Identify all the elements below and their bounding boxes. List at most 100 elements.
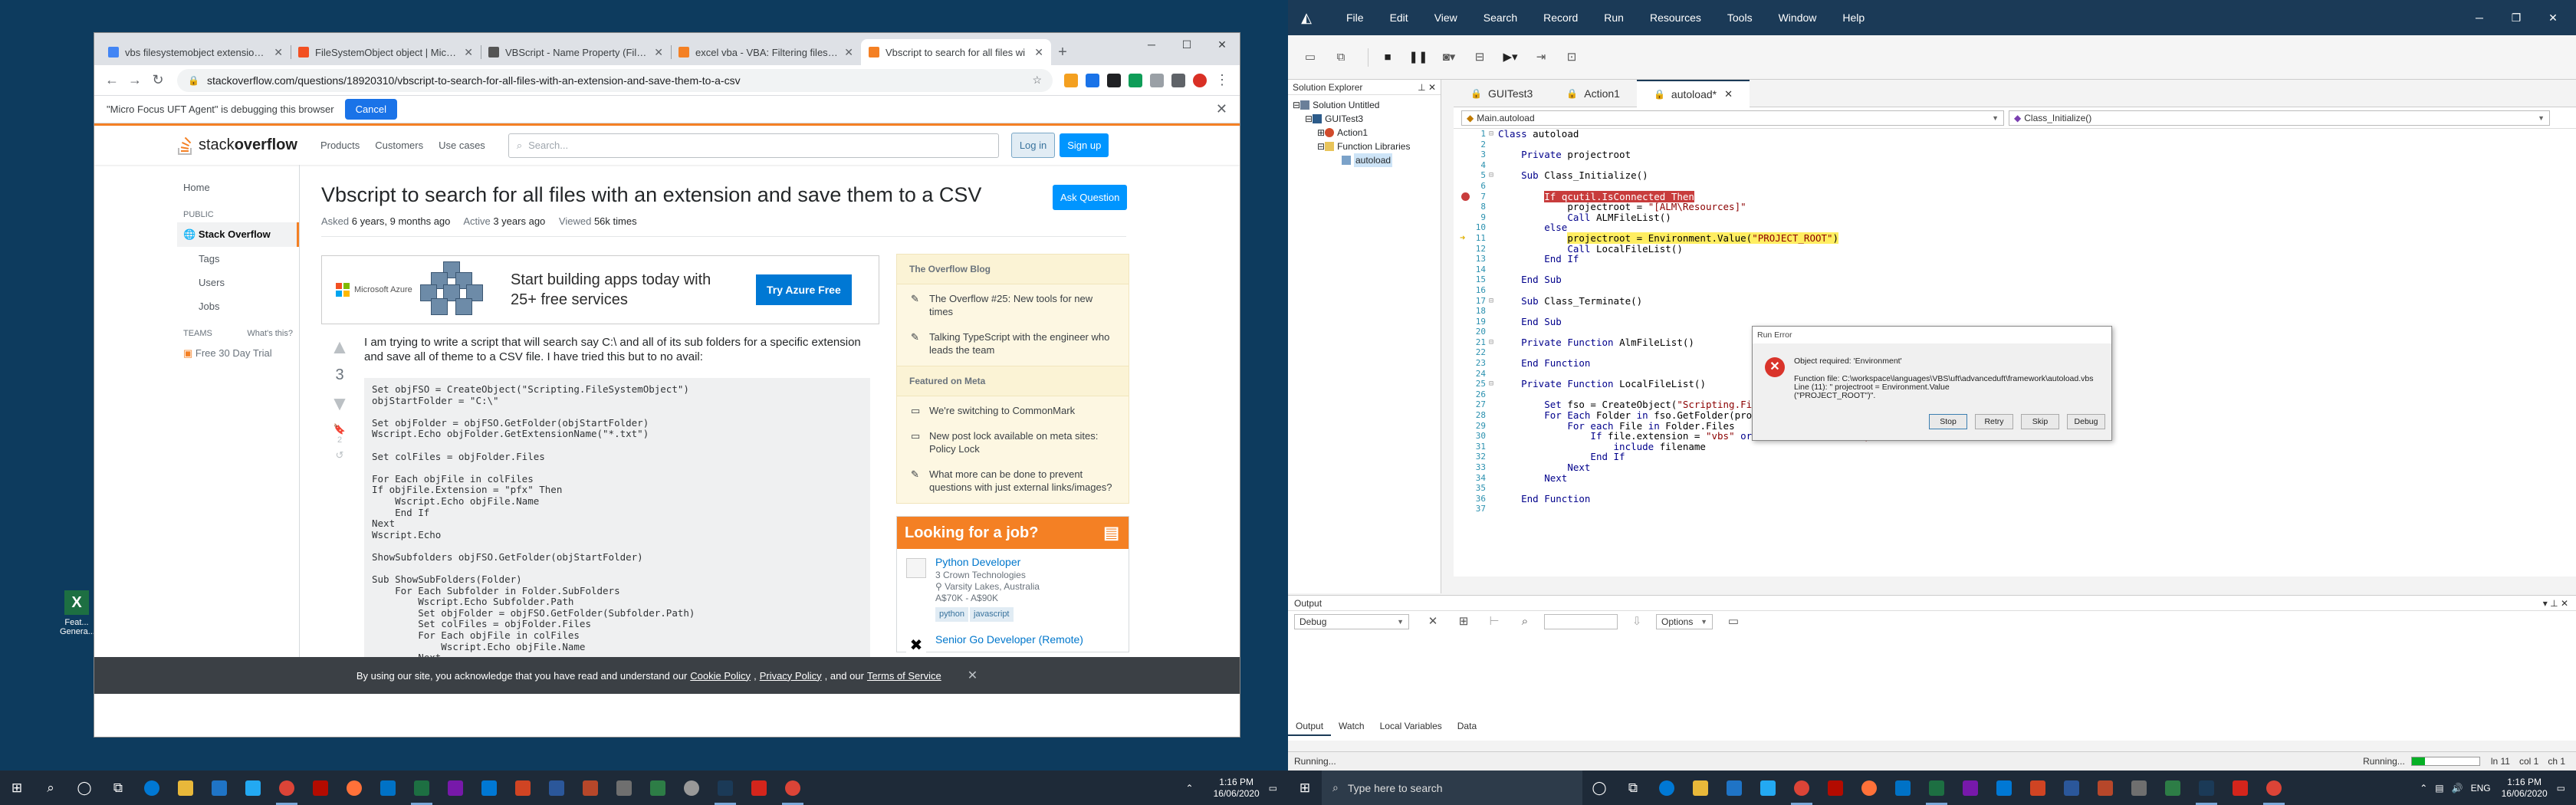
taskbar-search-input[interactable]: ⌕ Type here to search	[1322, 770, 1582, 805]
nav-jobs[interactable]: Jobs	[177, 294, 299, 318]
debug-button[interactable]: Debug	[2067, 414, 2105, 429]
nav-use-cases[interactable]: Use cases	[439, 140, 485, 151]
nav-users[interactable]: Users	[177, 271, 299, 294]
gutter[interactable]	[1454, 296, 1474, 307]
tree-node-function-libraries[interactable]: ⊟ Function Libraries	[1293, 140, 1438, 153]
notifications-icon[interactable]: ▭	[1269, 783, 1277, 794]
tree-node-action[interactable]: ⊞ Action1	[1293, 126, 1438, 140]
back-arrow-icon[interactable]: ←	[100, 72, 123, 88]
browser-tab-active[interactable]: Vbscript to search for all files wi ✕	[861, 39, 1051, 65]
terminal-icon[interactable]	[2156, 770, 2190, 805]
browser-tab[interactable]: excel vba - VBA: Filtering files fro ✕	[671, 39, 861, 65]
gutter[interactable]	[1454, 369, 1474, 380]
gutter[interactable]	[1454, 170, 1474, 181]
start-windows-icon[interactable]: ⊞	[1288, 770, 1322, 805]
gutter[interactable]	[1454, 327, 1474, 337]
code-line[interactable]: 18	[1454, 306, 2558, 317]
try-azure-button[interactable]: Try Azure Free	[756, 274, 852, 305]
fold-marker[interactable]: ⊟	[1489, 296, 1498, 307]
run-step-icon[interactable]: ▶▾	[1499, 48, 1522, 67]
store-icon[interactable]	[202, 770, 236, 805]
gutter[interactable]	[1454, 421, 1474, 432]
gutter[interactable]	[1454, 442, 1474, 452]
app-icon[interactable]	[573, 770, 607, 805]
close-icon[interactable]: ✕	[2535, 0, 2571, 35]
app-icon[interactable]	[675, 770, 708, 805]
browser-tab[interactable]: vbs filesystemobject extension fo ✕	[100, 39, 291, 65]
gutter[interactable]	[1454, 389, 1474, 400]
cancel-debug-button[interactable]: Cancel	[344, 99, 398, 120]
tree-node-test[interactable]: ⊟ GUITest3	[1293, 112, 1438, 126]
file-explorer-icon[interactable]	[169, 770, 202, 805]
object-spy-icon[interactable]: ⊡	[1560, 48, 1583, 67]
tab-data[interactable]: Data	[1450, 718, 1484, 736]
fold-marker[interactable]	[1489, 181, 1498, 192]
minimize-icon[interactable]: ─	[2461, 0, 2498, 35]
find-input[interactable]	[1544, 614, 1618, 629]
firefox-icon[interactable]	[337, 770, 371, 805]
tab-watch[interactable]: Watch	[1331, 718, 1372, 736]
gutter[interactable]	[1454, 317, 1474, 327]
tab-autoload[interactable]: 🔒 autoload* ✕	[1636, 79, 1750, 108]
gutter[interactable]	[1454, 504, 1474, 514]
code-line[interactable]: 6	[1454, 181, 2558, 192]
code-line[interactable]: 35	[1454, 483, 2558, 494]
code-line[interactable]: 8 projectroot = "[ALM\Resources]"	[1454, 202, 2558, 212]
gutter[interactable]	[1454, 483, 1474, 494]
edge-icon[interactable]	[1650, 770, 1684, 805]
job-tag[interactable]: javascript	[970, 607, 1014, 622]
close-infobar-icon[interactable]: ✕	[1216, 101, 1227, 117]
chrome-icon[interactable]	[1785, 770, 1819, 805]
stackoverflow-logo[interactable]: stack overflow	[177, 136, 297, 156]
tab-local-variables[interactable]: Local Variables	[1372, 718, 1450, 736]
panel-pin-icon[interactable]: ⊥ ✕	[1418, 80, 1436, 94]
code-line[interactable]: 3 Private projectroot	[1454, 150, 2558, 160]
fold-marker[interactable]	[1489, 369, 1498, 380]
gutter[interactable]	[1454, 202, 1474, 212]
code-line[interactable]: 12 Call LocalFileList()	[1454, 243, 2558, 255]
menu-kebab-icon[interactable]: ⋮	[1211, 72, 1234, 88]
downvote-arrow-icon[interactable]: ▼	[321, 392, 358, 416]
fold-marker[interactable]	[1489, 410, 1498, 421]
fold-marker[interactable]	[1489, 274, 1498, 285]
tree-node-solution[interactable]: ⊟ Solution Untitled	[1293, 98, 1438, 112]
fold-marker[interactable]	[1489, 212, 1498, 223]
desktop-excel-file-icon[interactable]: X Feat... Genera...	[60, 590, 95, 636]
gutter[interactable]: ➜	[1454, 232, 1474, 244]
fold-marker[interactable]	[1489, 347, 1498, 358]
retry-button[interactable]: Retry	[1975, 414, 2013, 429]
menu-run[interactable]: Run	[1604, 12, 1624, 24]
blog-item[interactable]: ✎ Talking TypeScript with the engineer wh…	[897, 323, 1129, 361]
start-windows-icon[interactable]: ⊞	[0, 770, 34, 805]
powerpoint-icon[interactable]	[506, 770, 540, 805]
fold-marker[interactable]	[1489, 202, 1498, 212]
word-icon[interactable]	[540, 770, 573, 805]
member-combo[interactable]: ◆ Class_Initialize() ▼	[2009, 110, 2550, 126]
upvote-arrow-icon[interactable]: ▲	[321, 335, 358, 359]
reload-icon[interactable]: ↻	[146, 72, 169, 88]
clear-icon[interactable]: ⊟	[1468, 48, 1491, 67]
fold-marker[interactable]	[1489, 192, 1498, 202]
pdf-icon[interactable]	[304, 770, 337, 805]
bookmark-star-icon[interactable]: ☆	[1032, 74, 1042, 87]
app-icon[interactable]	[2088, 770, 2122, 805]
code-line[interactable]: ➜ 11 projectroot = Environment.Value("PRO…	[1454, 232, 2558, 244]
fold-marker[interactable]	[1489, 306, 1498, 317]
word-icon[interactable]	[2055, 770, 2088, 805]
address-bar[interactable]: 🔒 stackoverflow.com/questions/18920310/v…	[177, 68, 1053, 92]
gutter[interactable]	[1454, 264, 1474, 275]
close-tab-icon[interactable]: ✕	[1034, 46, 1043, 59]
login-button[interactable]: Log in	[1010, 133, 1056, 158]
fold-marker[interactable]	[1489, 160, 1498, 171]
uft-icon[interactable]	[708, 770, 742, 805]
chrome-icon[interactable]	[776, 770, 810, 805]
save-output-icon[interactable]: ▭	[1722, 612, 1745, 632]
fold-marker[interactable]	[1489, 421, 1498, 432]
job-listing[interactable]: Python Developer 3 Crown Technologies ⚲ …	[897, 549, 1129, 626]
fold-marker[interactable]: ⊟	[1489, 379, 1498, 389]
close-cookie-icon[interactable]: ✕	[968, 668, 978, 683]
close-tab-icon[interactable]: ✕	[1724, 80, 1733, 108]
extension-icon[interactable]	[1086, 73, 1099, 87]
tab-guitest3[interactable]: 🔒 GUITest3	[1454, 80, 1549, 107]
azure-ad-banner[interactable]: Microsoft Azure Start building apps toda…	[321, 255, 879, 324]
